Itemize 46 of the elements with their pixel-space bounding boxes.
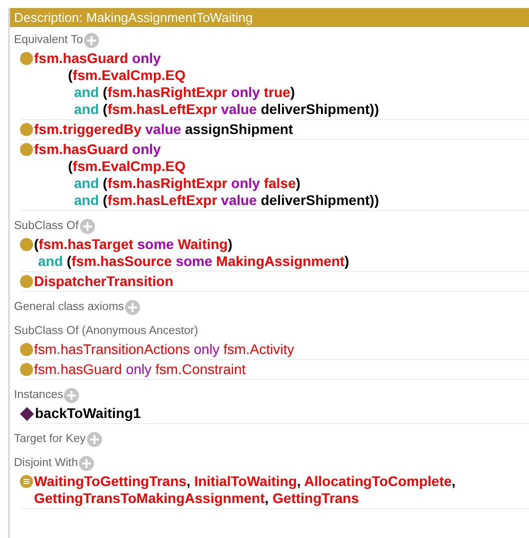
plus-icon [82, 458, 91, 468]
add-button[interactable] [78, 456, 94, 470]
section-label: Target for Key [14, 433, 86, 445]
class-icon [20, 363, 33, 376]
add-button[interactable] [86, 432, 102, 446]
add-button[interactable] [64, 388, 80, 402]
axiom-line: (fsm.EvalCmp.EQ [67, 67, 186, 84]
section-label: SubClass Of [14, 220, 79, 232]
axiom-line: and (fsm.hasRightExpr only false) [73, 175, 302, 192]
section-label: Equivalent To [14, 34, 83, 46]
plus-icon [86, 36, 96, 44]
diamond-icon [20, 407, 34, 421]
add-button[interactable] [84, 32, 99, 48]
axiom-line: fsm.hasTransitionActions only fsm.Activity [34, 341, 294, 358]
section-label: SubClass Of (Anonymous Ancestor) [14, 325, 198, 337]
axiom-line: and (fsm.hasLeftExpr value deliverShipment)) [73, 101, 379, 118]
section-label: Instances [14, 389, 64, 401]
axiom-line: and (fsm.hasSource some MakingAssignment) [37, 253, 350, 270]
class-icon [20, 143, 33, 156]
axiom-line: DispatcherTransition [34, 273, 174, 290]
class-icon [20, 123, 33, 136]
add-button[interactable] [124, 300, 140, 314]
axiom-line: (fsm.EvalCmp.EQ [67, 158, 186, 175]
plus-icon [90, 434, 99, 444]
axiom-line: GettingTransToMakingAssignment, GettingTrans [34, 490, 360, 507]
class-icon [20, 238, 33, 251]
axiom-line: (fsm.hasTarget some Waiting) [34, 236, 234, 253]
add-button[interactable] [80, 218, 95, 234]
axiom-line: backToWaiting1 [35, 405, 141, 422]
axiom-line: WaitingToGettingTrans, InitialToWaiting, AllocatingToComplete, [34, 473, 456, 490]
plus-icon [67, 390, 76, 400]
axiom-line: and (fsm.hasRightExpr only true) [73, 84, 296, 101]
axiom-line: fsm.hasGuard only [34, 50, 162, 67]
section-label: General class axioms [14, 301, 124, 313]
disjoint-icon [20, 475, 33, 488]
class-icon [20, 343, 33, 356]
axiom-line: and (fsm.hasLeftExpr value deliverShipment)) [73, 192, 379, 209]
axiom-line: fsm.hasGuard only [34, 141, 162, 158]
panel-title: Description: MakingAssignmentToWaiting [10, 8, 529, 27]
axiom-line: fsm.hasGuard only fsm.Constraint [34, 361, 246, 378]
class-icon [20, 52, 33, 65]
axiom-line: fsm.triggeredBy value assignShipment [34, 121, 294, 138]
section-label: Disjoint With [14, 457, 78, 469]
plus-icon [128, 302, 137, 312]
class-icon [20, 275, 33, 288]
plus-icon [82, 222, 92, 230]
